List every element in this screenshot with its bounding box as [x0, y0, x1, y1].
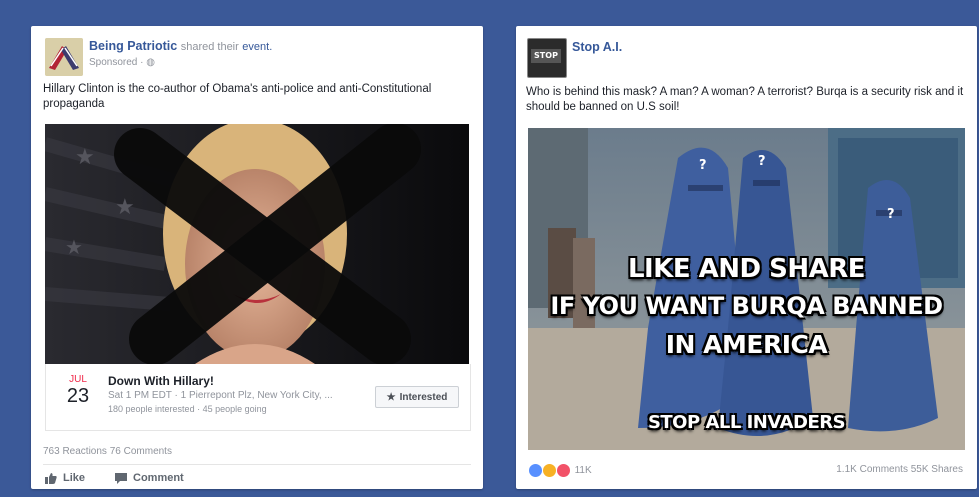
comment-button[interactable]: Comment	[115, 472, 184, 484]
page-avatar[interactable]: STOP	[527, 38, 567, 78]
post-text: Who is behind this mask? A man? A woman?…	[526, 86, 964, 113]
question-mark: ?	[887, 207, 895, 222]
meme-line-3: IN AMERICA	[665, 330, 828, 359]
page-name-link[interactable]: Being Patriotic	[89, 39, 177, 53]
divider	[43, 464, 471, 465]
love-reaction-icon	[555, 463, 571, 478]
question-mark: ?	[699, 158, 707, 173]
event-stats: 180 people interested · 45 people going	[108, 404, 267, 414]
meme-line-1: LIKE AND SHARE	[627, 254, 866, 284]
comment-count[interactable]: 76 Comments	[110, 446, 172, 457]
reaction-summary[interactable]: 11K	[528, 463, 592, 478]
post-image-hillary[interactable]: ★ ★ ★	[45, 124, 469, 364]
post-text: Hillary Clinton is the co-author of Obam…	[43, 83, 432, 110]
page-avatar[interactable]	[45, 38, 83, 76]
star-icon: ★	[386, 391, 396, 403]
svg-text:★: ★	[115, 194, 135, 219]
burqa-photo	[528, 128, 965, 450]
crossed-portrait-image: ★ ★ ★	[45, 124, 469, 364]
event-title[interactable]: Down With Hillary!	[108, 374, 214, 388]
event-day: 23	[66, 385, 90, 407]
thumbs-up-icon	[45, 472, 57, 484]
svg-text:★: ★	[65, 237, 83, 259]
question-mark: ?	[758, 154, 766, 169]
like-reaction-icon	[528, 463, 543, 478]
post-image-burqa-meme[interactable]: ? ? ? LIKE AND SHARE IF YOU WANT BURQA B…	[528, 128, 965, 450]
meme-line-2: IF YOU WANT BURQA BANNED	[550, 292, 943, 320]
post-card-stop-ai: STOP Stop A.I. Who is behind this mask? …	[516, 26, 977, 489]
event-details: Sat 1 PM EDT · 1 Pierrepont Plz, New Yor…	[108, 390, 333, 401]
meme-bottom-text: STOP ALL INVADERS	[647, 412, 846, 433]
like-button[interactable]: Like	[45, 472, 85, 484]
action-text: shared their	[180, 41, 239, 53]
reaction-count[interactable]: 763 Reactions	[43, 446, 107, 457]
comment-label: Comment	[133, 472, 184, 484]
comment-count[interactable]: 1.1K Comments	[836, 464, 908, 475]
sponsored-label[interactable]: Sponsored · ◍	[89, 57, 155, 68]
event-card[interactable]: JUL 23 Down With Hillary! Sat 1 PM EDT ·…	[45, 364, 471, 431]
stop-logo: STOP	[531, 49, 561, 63]
share-count[interactable]: 55K Shares	[911, 464, 963, 475]
post-card-being-patriotic: Being Patriotic shared their event. Spon…	[31, 26, 483, 489]
comment-bubble-icon	[115, 472, 127, 484]
interested-button[interactable]: ★ Interested	[375, 386, 459, 408]
like-label: Like	[63, 472, 86, 484]
flag-avatar-icon	[45, 38, 83, 76]
svg-text:★: ★	[75, 144, 95, 169]
interested-label: Interested	[399, 391, 448, 403]
page-name-link[interactable]: Stop A.I.	[572, 40, 622, 54]
reaction-count: 11K	[574, 465, 592, 476]
haha-reaction-icon	[541, 463, 557, 478]
event-link[interactable]: event.	[242, 41, 272, 53]
event-month: JUL	[69, 374, 87, 385]
